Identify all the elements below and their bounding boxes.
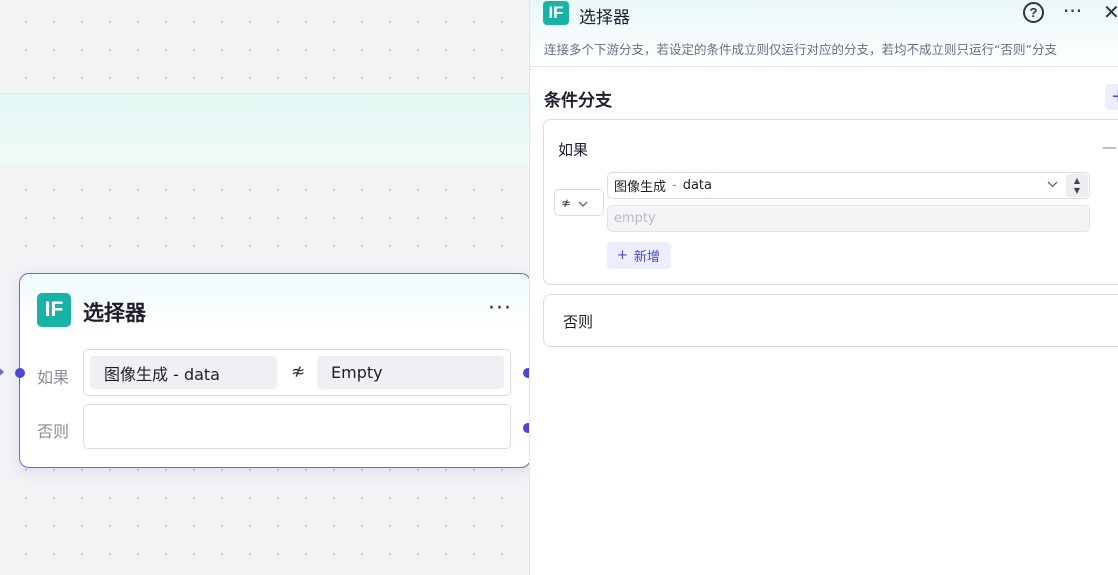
if-icon: IF (37, 293, 71, 327)
panel-header: IF 选择器 ? ··· ✕ 连接多个下游分支，若设定的条件成立则仅运行对应的分… (530, 0, 1118, 67)
node-title: 选择器 (83, 301, 146, 325)
stepper-up-icon[interactable]: ▲ (1074, 176, 1080, 186)
add-branch-button[interactable]: + (1105, 84, 1118, 110)
variable-separator: - (672, 178, 677, 193)
add-condition-label: 新增 (633, 250, 660, 265)
incoming-edge-arrow (0, 365, 4, 379)
variable-source: 图像生成 (614, 180, 667, 195)
else-branch-label: 否则 (563, 313, 594, 331)
panel-title: 选择器 (579, 8, 630, 28)
if-icon: IF (543, 1, 569, 25)
chevron-down-icon (578, 196, 588, 210)
close-icon[interactable]: ✕ (1103, 0, 1118, 24)
condition-variable-chip: 图像生成 - data (90, 356, 277, 389)
if-label: 如果 (37, 368, 70, 387)
not-equal-icon: ≉ (291, 362, 306, 382)
stepper-control[interactable]: ▲ ▼ (1066, 174, 1088, 197)
section-title: 条件分支 (544, 91, 612, 111)
selector-node[interactable]: IF 选择器 ··· 如果 图像生成 - data ≉ Empty 否则 (15, 273, 529, 468)
operator-select[interactable]: ≉ (554, 189, 604, 216)
else-label: 否则 (37, 422, 70, 441)
condition-value-input[interactable]: empty (607, 205, 1090, 232)
help-icon[interactable]: ? (1023, 2, 1044, 23)
else-row[interactable] (83, 404, 511, 449)
if-condition-row[interactable]: 图像生成 - data ≉ Empty (83, 349, 511, 396)
if-branch-card: 如果 — ≉ 图像生成 - data ▲ ▼ empty + 新增 (543, 119, 1118, 285)
workflow-canvas[interactable]: IF 选择器 ··· 如果 图像生成 - data ≉ Empty 否则 (0, 0, 529, 575)
not-equal-icon: ≉ (561, 195, 572, 210)
else-branch-card: 否则 (543, 294, 1118, 347)
variable-select[interactable]: 图像生成 - data ▲ ▼ (607, 172, 1090, 199)
variable-name: data (682, 178, 713, 193)
add-condition-button[interactable]: + 新增 (607, 242, 671, 269)
stepper-down-icon[interactable]: ▼ (1074, 186, 1080, 196)
condition-value-chip: Empty (317, 356, 504, 389)
remove-branch-icon[interactable]: — (1102, 138, 1117, 156)
panel-description: 连接多个下游分支，若设定的条件成立则仅运行对应的分支，若均不成立则只运行“否则”… (544, 42, 1057, 57)
more-options-icon[interactable]: ··· (1063, 0, 1082, 23)
node-config-panel: IF 选择器 ? ··· ✕ 连接多个下游分支，若设定的条件成立则仅运行对应的分… (529, 0, 1118, 575)
chevron-down-icon (1047, 177, 1058, 191)
if-branch-label: 如果 (558, 141, 589, 159)
upstream-node-body (0, 93, 529, 163)
more-options-icon[interactable]: ··· (488, 296, 512, 321)
input-port[interactable] (15, 368, 25, 378)
plus-icon: + (617, 248, 628, 263)
